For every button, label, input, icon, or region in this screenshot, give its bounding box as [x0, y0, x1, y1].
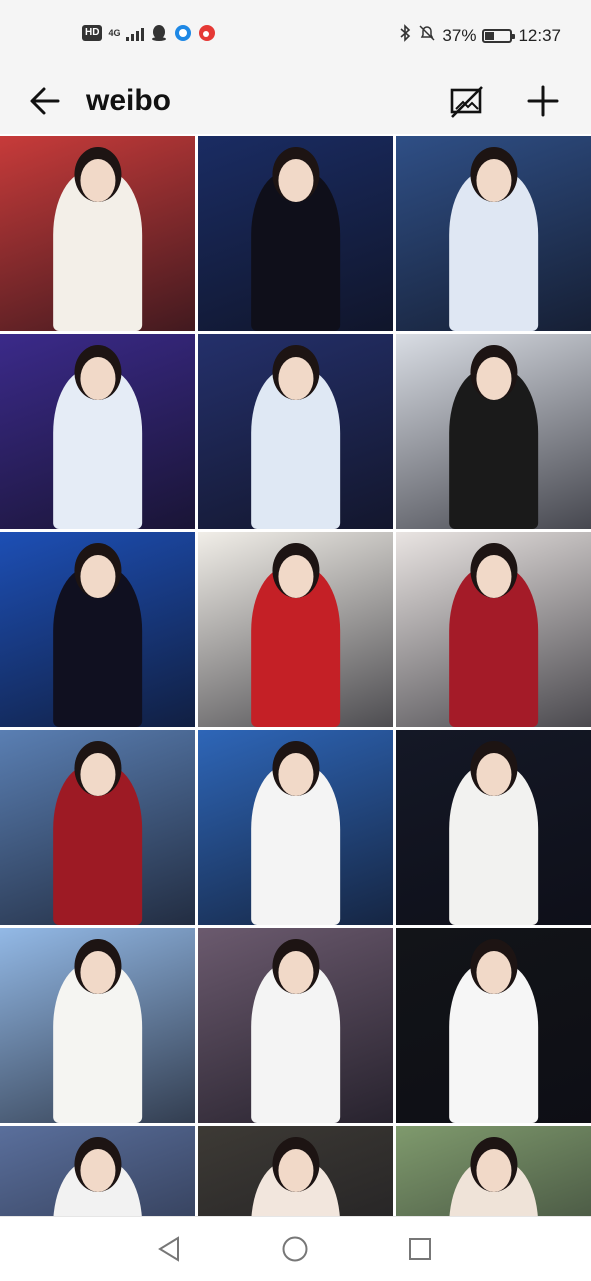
photo-subject-head — [277, 753, 314, 797]
photo-subject-head — [277, 159, 314, 203]
browser-icon — [174, 24, 192, 42]
status-left-icons: HD 4G — [82, 24, 216, 42]
photo-subject-head — [79, 159, 116, 203]
photo-subject-head — [475, 555, 512, 599]
photo-subject-head — [475, 951, 512, 995]
nav-recents-button[interactable] — [402, 1231, 438, 1267]
square-recents-icon — [409, 1238, 431, 1260]
photo-tile[interactable] — [0, 1126, 195, 1216]
photo-tile[interactable] — [198, 136, 393, 331]
photo-subject-head — [475, 753, 512, 797]
photo-subject-head — [79, 555, 116, 599]
photo-tile[interactable] — [198, 730, 393, 925]
photo-tile[interactable] — [396, 730, 591, 925]
circle-home-icon — [282, 1236, 308, 1262]
photo-tile[interactable] — [396, 1126, 591, 1216]
battery-percent: 37% — [442, 25, 477, 45]
photo-subject-head — [277, 1149, 314, 1193]
photo-subject-head — [475, 159, 512, 203]
photo-subject-head — [79, 753, 116, 797]
weibo-icon — [198, 24, 216, 42]
photo-subject-head — [277, 357, 314, 401]
photo-tile[interactable] — [198, 1126, 393, 1216]
photo-tile[interactable] — [396, 532, 591, 727]
photo-tile[interactable] — [0, 730, 195, 925]
nav-back-button[interactable] — [151, 1231, 187, 1267]
bluetooth-icon — [398, 24, 412, 47]
photo-tile[interactable] — [198, 334, 393, 529]
network-type: 4G — [108, 27, 121, 38]
photo-subject-head — [475, 1149, 512, 1193]
battery-fill — [485, 31, 495, 40]
back-button[interactable] — [24, 80, 66, 122]
photo-tile[interactable] — [0, 334, 195, 529]
photo-subject-head — [277, 555, 314, 599]
photo-tile[interactable] — [0, 136, 195, 331]
photo-tile[interactable] — [396, 136, 591, 331]
no-image-button[interactable] — [445, 80, 487, 122]
nav-home-button[interactable] — [277, 1231, 313, 1267]
triangle-back-icon — [158, 1236, 179, 1262]
plus-icon — [527, 85, 559, 117]
photo-tile[interactable] — [396, 928, 591, 1123]
photo-subject-head — [475, 357, 512, 401]
photo-grid — [0, 136, 591, 1216]
photo-subject-head — [79, 357, 116, 401]
photo-subject-head — [277, 951, 314, 995]
photo-tile[interactable] — [0, 532, 195, 727]
image-off-icon — [450, 86, 483, 118]
arrow-left-icon — [30, 87, 60, 115]
qq-icon — [150, 24, 168, 42]
hd-badge: HD — [82, 25, 103, 41]
photo-subject-head — [79, 951, 116, 995]
battery-icon — [482, 28, 516, 43]
photo-tile[interactable] — [0, 928, 195, 1123]
status-right-icons: 37% 12:37 — [398, 24, 561, 47]
photo-tile[interactable] — [396, 334, 591, 529]
status-bar: HD 4G 37% 12:37 — [0, 0, 591, 68]
photo-subject-head — [79, 1149, 116, 1193]
signal-icon — [126, 25, 145, 41]
app-bar: weibo — [0, 68, 591, 134]
clock: 12:37 — [518, 25, 561, 45]
system-nav-bar — [0, 1216, 591, 1281]
photo-tile[interactable] — [198, 532, 393, 727]
add-button[interactable] — [522, 80, 564, 122]
photo-tile[interactable] — [198, 928, 393, 1123]
mute-bell-icon — [418, 24, 436, 47]
page-title: weibo — [86, 84, 172, 117]
